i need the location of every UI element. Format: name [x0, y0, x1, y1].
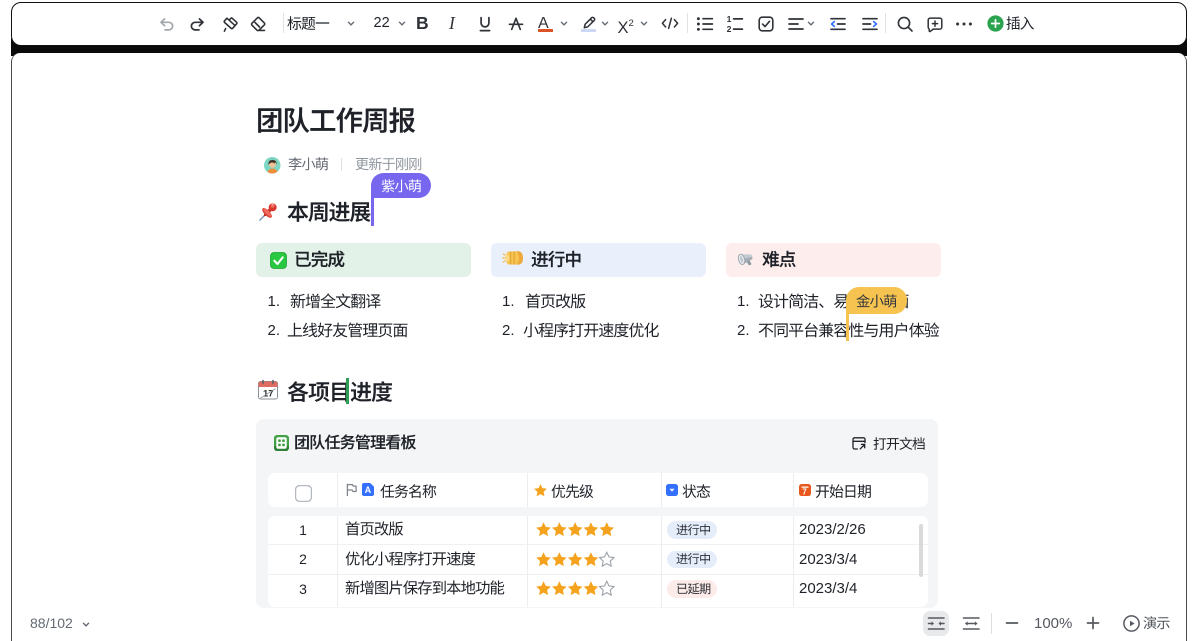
- svg-text:2: 2: [726, 24, 731, 34]
- svg-text:A: A: [365, 485, 372, 495]
- svg-text:1: 1: [726, 14, 731, 24]
- svg-text:7: 7: [802, 487, 806, 496]
- svg-text:17: 17: [263, 389, 274, 400]
